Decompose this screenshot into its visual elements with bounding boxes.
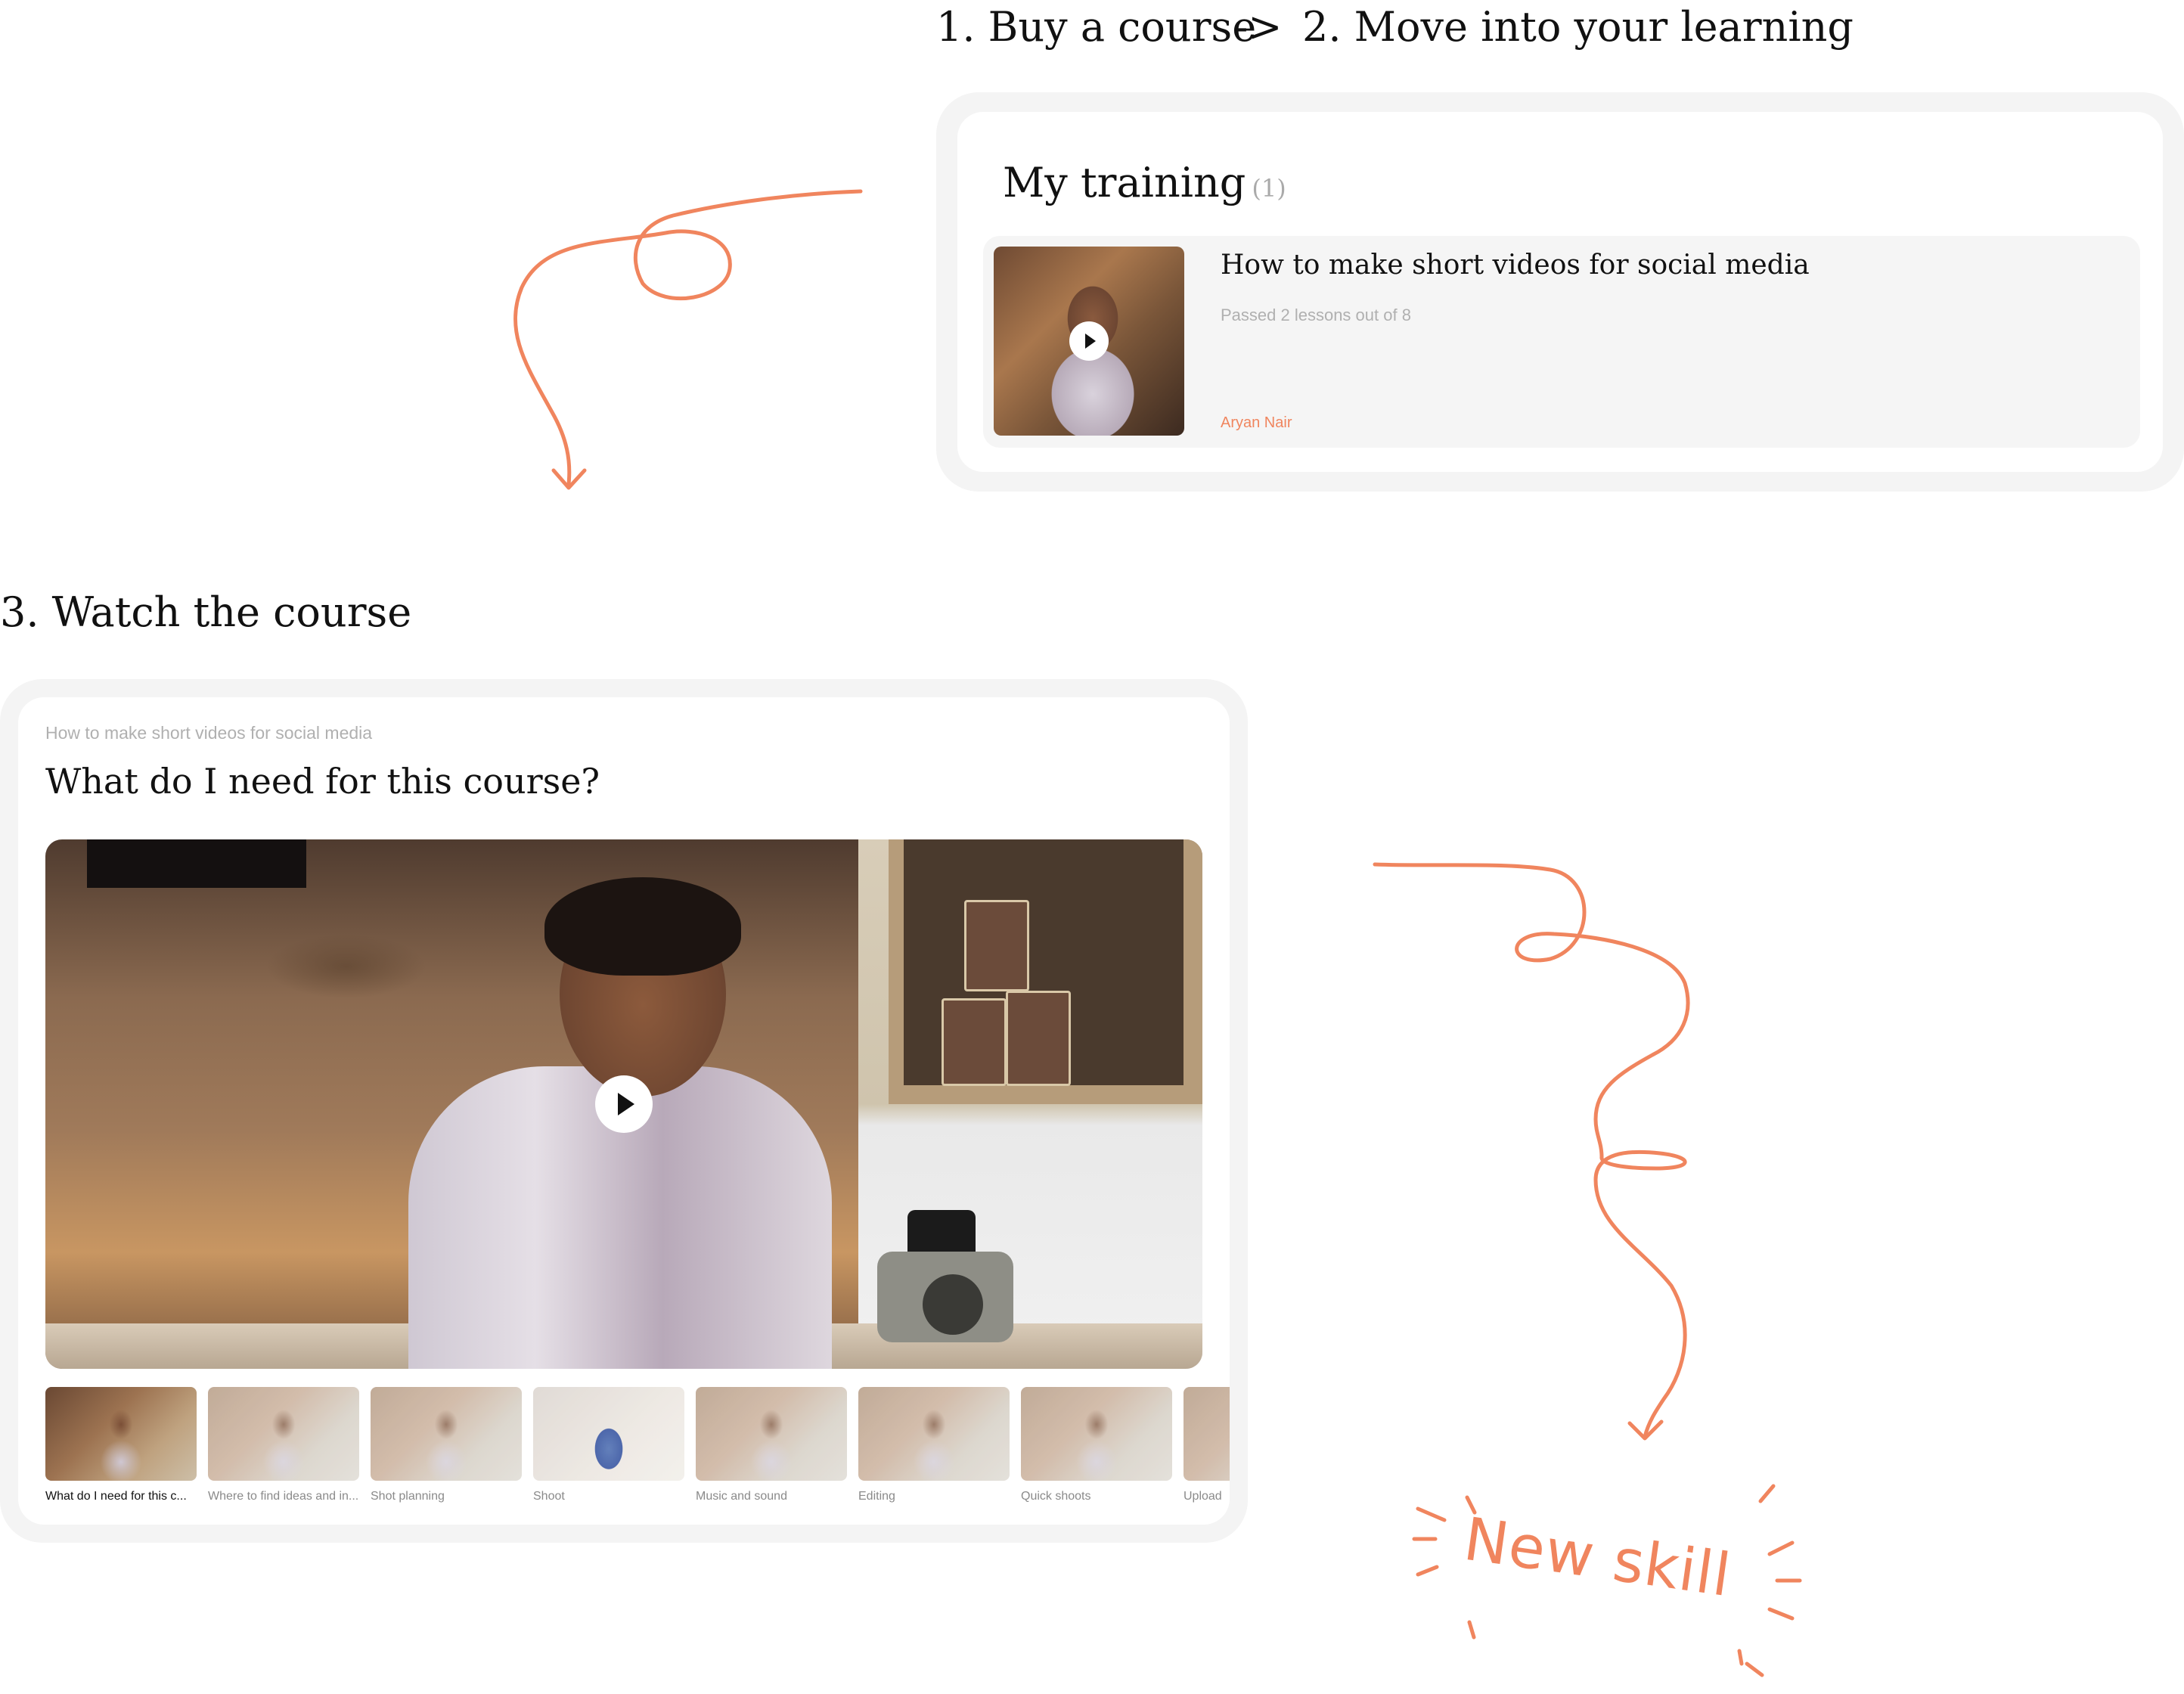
arrow-doodle-top-path [513, 189, 863, 486]
arrow-doodle [513, 189, 1802, 1677]
arrow-doodle-right-path [1373, 862, 1690, 1439]
